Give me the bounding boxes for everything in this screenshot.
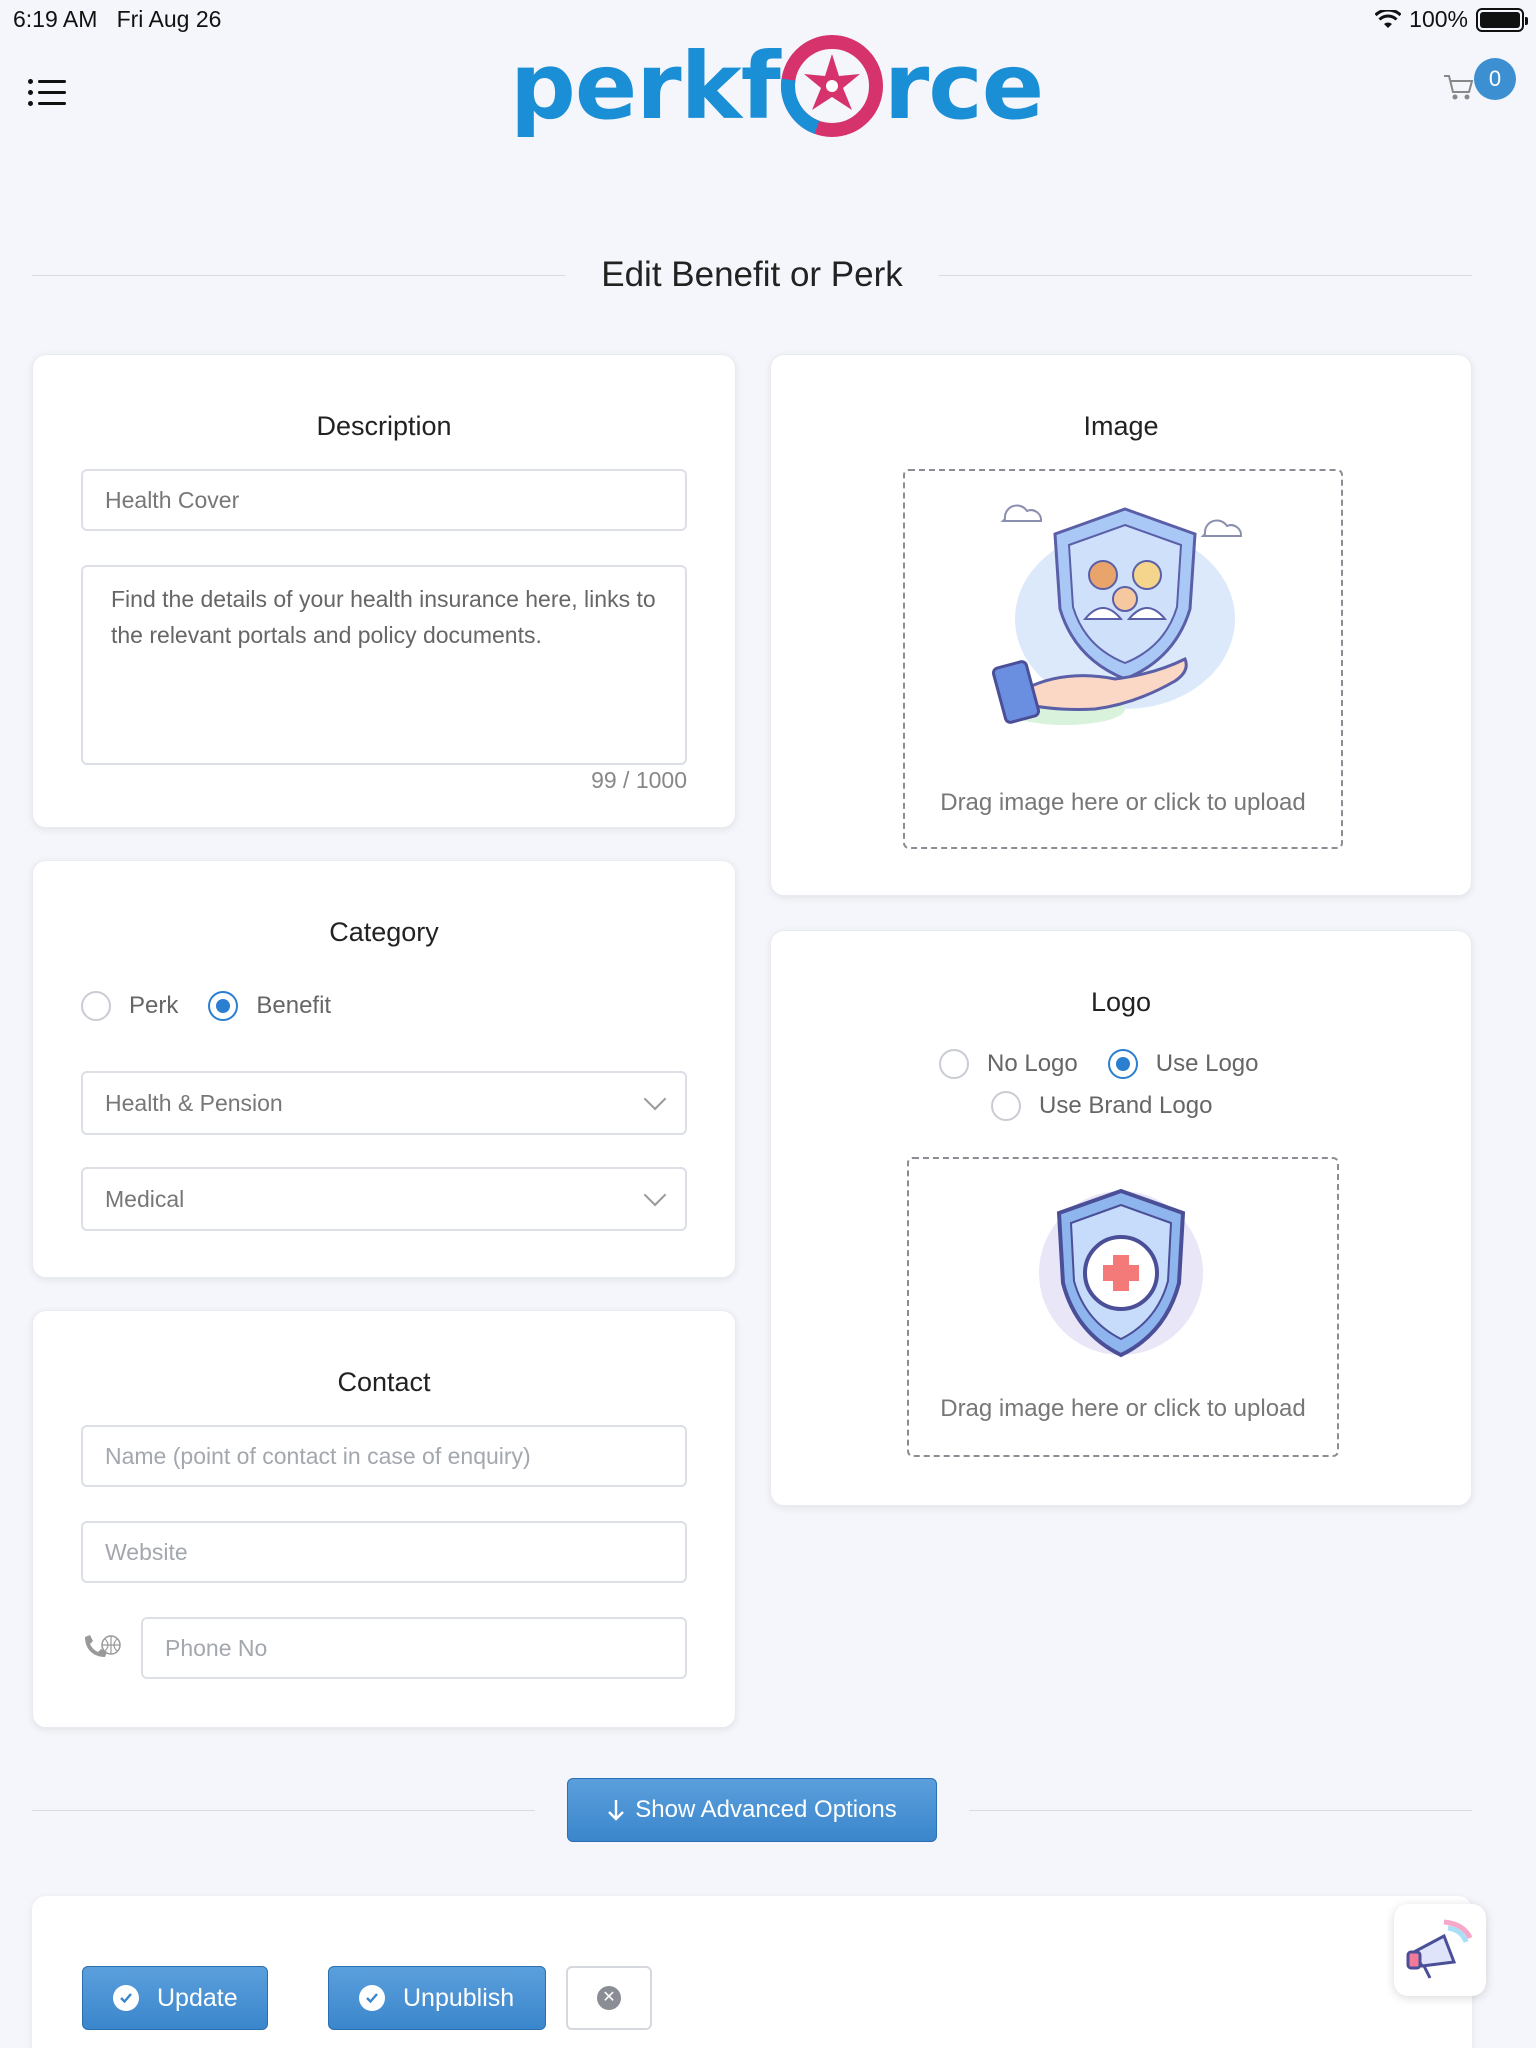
perkforce-logo[interactable]: perkf rce bbox=[510, 26, 1044, 146]
announcement-fab[interactable] bbox=[1394, 1904, 1486, 1996]
radio-use-logo[interactable] bbox=[1107, 1049, 1138, 1079]
cancel-button[interactable]: ✕ bbox=[566, 1966, 652, 2030]
logo-title: Logo bbox=[1090, 987, 1152, 1017]
radio-brand-logo[interactable] bbox=[991, 1091, 1021, 1121]
contact-card: Contact Name (point of contact in case o… bbox=[32, 1310, 736, 1728]
logo-radio-group-row2: Use Brand Logo bbox=[991, 1091, 1242, 1121]
image-dropzone[interactable]: Drag image here or click to upload bbox=[903, 469, 1343, 849]
logo-card: Logo No Logo Use Logo Use Brand Logo Dra… bbox=[770, 930, 1472, 1506]
check-icon bbox=[359, 1985, 385, 2011]
logo-text-left: perkf bbox=[510, 32, 781, 140]
wifi-icon bbox=[1375, 9, 1402, 28]
chevron-down-icon bbox=[643, 1183, 667, 1207]
radio-perk[interactable] bbox=[81, 991, 111, 1021]
arrow-down-icon bbox=[608, 1800, 625, 1821]
contact-title: Contact bbox=[337, 1367, 431, 1397]
website-input[interactable]: Website bbox=[81, 1521, 687, 1583]
medical-shield-illustration bbox=[1039, 1188, 1203, 1358]
unpublish-button[interactable]: Unpublish bbox=[328, 1966, 546, 2030]
radio-use-logo-label[interactable]: Use Logo bbox=[1156, 1050, 1259, 1078]
advanced-options-row: Show Advanced Options bbox=[32, 1778, 1472, 1842]
family-insurance-illustration bbox=[991, 504, 1243, 725]
divider bbox=[32, 1809, 535, 1811]
character-counter: 99 / 1000 bbox=[591, 767, 687, 793]
phone-input[interactable]: Phone No bbox=[141, 1617, 687, 1679]
update-button[interactable]: Update bbox=[82, 1966, 268, 2030]
cart-icon[interactable] bbox=[1442, 70, 1476, 104]
divider bbox=[938, 274, 1473, 276]
status-date: Fri Aug 26 bbox=[116, 6, 222, 32]
radio-brand-logo-label[interactable]: Use Brand Logo bbox=[1039, 1092, 1212, 1120]
unpublish-label: Unpublish bbox=[403, 1983, 515, 2012]
chevron-down-icon bbox=[643, 1087, 667, 1111]
radio-perk-label[interactable]: Perk bbox=[129, 992, 178, 1020]
page-title-row: Edit Benefit or Perk bbox=[32, 250, 1473, 300]
battery-icon bbox=[1476, 7, 1528, 32]
megaphone-icon bbox=[1406, 1919, 1473, 1979]
status-time: 6:19 AM Fri Aug 26 bbox=[13, 6, 222, 32]
category-card: Category Perk Benefit Health & Pension M… bbox=[32, 860, 736, 1278]
logo-star-icon bbox=[780, 35, 883, 137]
radio-no-logo-label[interactable]: No Logo bbox=[987, 1050, 1078, 1078]
close-icon: ✕ bbox=[597, 1986, 621, 2010]
status-icons: 100% bbox=[1375, 6, 1528, 33]
phone-globe-icon bbox=[85, 1635, 121, 1657]
subcategory-select[interactable]: Medical bbox=[81, 1167, 687, 1231]
show-advanced-options-button[interactable]: Show Advanced Options bbox=[567, 1778, 937, 1842]
description-card: Description Health Cover Find the detail… bbox=[32, 354, 736, 828]
menu-icon[interactable] bbox=[28, 76, 68, 110]
benefit-name-input[interactable]: Health Cover bbox=[81, 469, 687, 531]
category-radio-group: Perk Benefit bbox=[81, 991, 361, 1021]
contact-name-input[interactable]: Name (point of contact in case of enquir… bbox=[81, 1425, 687, 1487]
divider bbox=[969, 1809, 1472, 1811]
radio-benefit[interactable] bbox=[208, 991, 239, 1021]
description-title: Description bbox=[316, 411, 452, 441]
category-select-value: Health & Pension bbox=[105, 1089, 283, 1116]
show-advanced-options-label: Show Advanced Options bbox=[635, 1796, 897, 1823]
logo-text-right: rce bbox=[883, 32, 1044, 140]
check-icon bbox=[113, 1985, 139, 2011]
radio-benefit-label[interactable]: Benefit bbox=[256, 992, 331, 1020]
benefit-description-textarea[interactable]: Find the details of your health insuranc… bbox=[81, 565, 687, 765]
image-card: Image Drag image here or click to upload bbox=[770, 354, 1472, 896]
logo-dropzone-text: Drag image here or click to upload bbox=[940, 1395, 1306, 1422]
logo-radio-group-row1: No Logo Use Logo bbox=[939, 1049, 1289, 1079]
category-select[interactable]: Health & Pension bbox=[81, 1071, 687, 1135]
logo-dropzone[interactable]: Drag image here or click to upload bbox=[907, 1157, 1339, 1457]
page-title: Edit Benefit or Perk bbox=[601, 255, 903, 294]
image-title: Image bbox=[1083, 411, 1159, 441]
radio-no-logo[interactable] bbox=[939, 1049, 969, 1079]
update-label: Update bbox=[157, 1983, 238, 2012]
subcategory-select-value: Medical bbox=[105, 1185, 185, 1212]
divider bbox=[32, 274, 566, 276]
cart-count-badge[interactable]: 0 bbox=[1474, 58, 1516, 100]
image-dropzone-text: Drag image here or click to upload bbox=[940, 789, 1306, 816]
category-title: Category bbox=[329, 917, 439, 947]
battery-percent: 100% bbox=[1409, 6, 1468, 32]
